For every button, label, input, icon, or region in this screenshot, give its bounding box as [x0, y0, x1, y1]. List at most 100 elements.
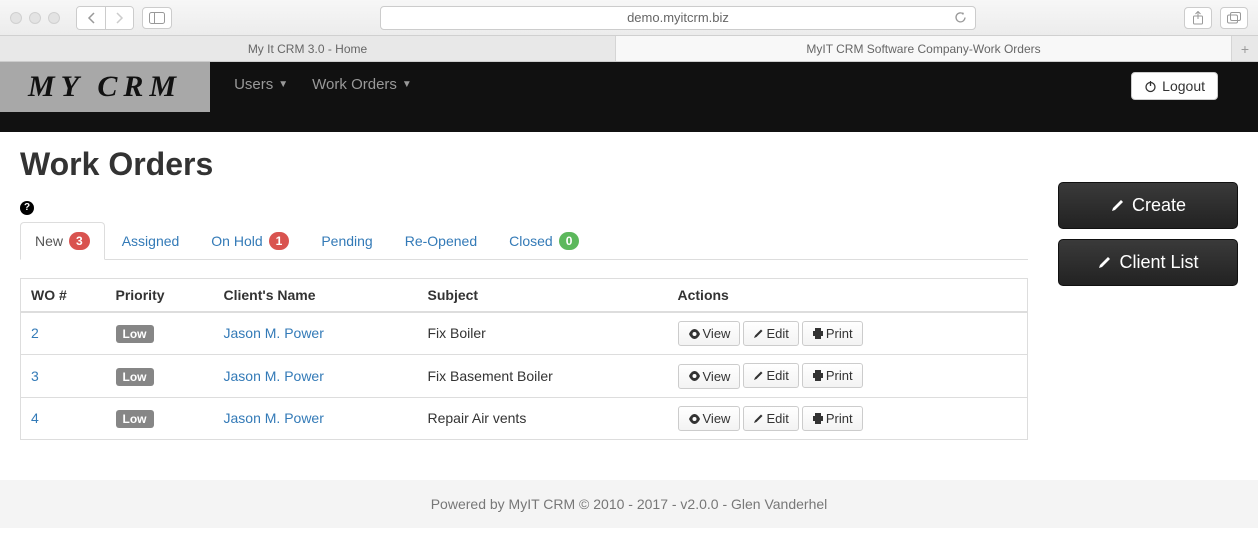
tab-assigned[interactable]: Assigned — [107, 222, 195, 260]
tab-label: Re-Opened — [405, 233, 477, 249]
edit-button[interactable]: Edit — [743, 321, 798, 346]
print-button[interactable]: Print — [802, 321, 863, 346]
address-bar[interactable]: demo.myitcrm.biz — [380, 6, 976, 30]
btn-label: View — [703, 411, 731, 426]
pencil-icon — [753, 370, 764, 381]
chevron-down-icon: ▼ — [278, 79, 288, 90]
help-icon[interactable]: ? — [20, 201, 34, 215]
tab-label: Closed — [509, 233, 553, 249]
wo-link[interactable]: 3 — [31, 368, 39, 384]
tab-label: Assigned — [122, 233, 180, 249]
reload-icon[interactable] — [954, 11, 967, 24]
power-icon — [1144, 80, 1157, 93]
tab-closed[interactable]: Closed 0 — [494, 222, 594, 260]
client-link[interactable]: Jason M. Power — [224, 325, 324, 341]
client-link[interactable]: Jason M. Power — [224, 410, 324, 426]
btn-label: Print — [826, 368, 853, 383]
view-button[interactable]: View — [678, 321, 741, 346]
print-icon — [812, 413, 824, 424]
table-row: 4 Low Jason M. Power Repair Air vents View Ed… — [21, 397, 1028, 440]
wo-link[interactable]: 2 — [31, 325, 39, 341]
browser-tab-home[interactable]: My It CRM 3.0 - Home — [0, 36, 616, 61]
pencil-icon — [753, 413, 764, 424]
btn-label: Print — [826, 411, 853, 426]
footer-text: Powered by MyIT CRM © 2010 - 2017 - v2.0… — [431, 496, 828, 512]
footer: Powered by MyIT CRM © 2010 - 2017 - v2.0… — [0, 480, 1258, 528]
tab-re-opened[interactable]: Re-Opened — [390, 222, 492, 260]
nav-menu: Users ▼ Work Orders ▼ — [210, 62, 436, 107]
badge: 1 — [269, 232, 290, 250]
print-button[interactable]: Print — [802, 363, 863, 388]
print-button[interactable]: Print — [802, 406, 863, 431]
wo-link[interactable]: 4 — [31, 410, 39, 426]
chevron-down-icon: ▼ — [402, 79, 412, 90]
nav-users[interactable]: Users ▼ — [234, 76, 288, 93]
right-toolbar — [1184, 7, 1248, 29]
app-navbar: MY CRM Users ▼ Work Orders ▼ Logout — [0, 62, 1258, 132]
new-tab-button[interactable]: + — [1232, 36, 1258, 61]
main-column: Work Orders ? New3 Assigned On Hold 1 Pendin… — [20, 146, 1028, 440]
page-content: Work Orders ? New3 Assigned On Hold 1 Pendin… — [0, 132, 1258, 480]
browser-tab-work-orders[interactable]: MyIT CRM Software Company-Work Orders — [616, 36, 1232, 61]
badge: 3 — [69, 232, 90, 250]
create-button[interactable]: Create — [1058, 182, 1238, 229]
nav-label: Users — [234, 76, 273, 93]
pencil-icon — [1097, 255, 1112, 270]
print-icon — [812, 370, 824, 381]
share-button[interactable] — [1184, 7, 1212, 29]
edit-button[interactable]: Edit — [743, 363, 798, 388]
priority-badge: Low — [116, 410, 154, 428]
th-subject: Subject — [418, 278, 668, 312]
create-label: Create — [1132, 195, 1186, 216]
table-row: 2LowJason M. PowerFix BoilerViewEditPrin… — [21, 312, 1028, 355]
subject-cell: Fix Basement Boiler — [418, 355, 668, 398]
minimize-window-icon[interactable] — [29, 12, 41, 24]
sidebar-toggle-button[interactable] — [142, 7, 172, 29]
edit-button[interactable]: Edit — [743, 406, 798, 431]
eye-icon — [688, 414, 701, 424]
th-priority: Priority — [106, 278, 214, 312]
pencil-icon — [753, 328, 764, 339]
badge: 0 — [559, 232, 580, 250]
nav-buttons — [76, 6, 134, 30]
url-text: demo.myitcrm.biz — [627, 10, 729, 25]
logout-label: Logout — [1162, 78, 1205, 94]
view-button[interactable]: View — [678, 406, 741, 431]
tab-label: On Hold — [211, 233, 262, 249]
status-tabs: New3 Assigned On Hold 1 Pending Re-Opened Clos… — [20, 221, 1028, 260]
logout-button[interactable]: Logout — [1131, 72, 1218, 100]
nav-work-orders[interactable]: Work Orders ▼ — [312, 76, 412, 93]
close-window-icon[interactable] — [10, 12, 22, 24]
priority-badge: Low — [116, 368, 154, 386]
view-button[interactable]: View — [678, 364, 741, 389]
eye-icon — [688, 329, 701, 339]
maximize-window-icon[interactable] — [48, 12, 60, 24]
subject-cell: Repair Air vents — [418, 397, 668, 440]
btn-label: Edit — [766, 411, 788, 426]
tab-new[interactable]: New3 — [20, 222, 105, 260]
th-client: Client's Name — [214, 278, 418, 312]
forward-button[interactable] — [105, 7, 133, 29]
client-list-button[interactable]: Client List — [1058, 239, 1238, 286]
client-link[interactable]: Jason M. Power — [224, 368, 324, 384]
print-icon — [812, 328, 824, 339]
btn-label: Edit — [766, 368, 788, 383]
app-logo[interactable]: MY CRM — [0, 62, 210, 112]
back-button[interactable] — [77, 7, 105, 29]
tab-pending[interactable]: Pending — [306, 222, 387, 260]
work-orders-table: WO # Priority Client's Name Subject Acti… — [20, 278, 1028, 441]
pencil-icon — [1110, 198, 1125, 213]
tab-label: Pending — [321, 233, 372, 249]
page-title: Work Orders — [20, 146, 1028, 183]
client-list-label: Client List — [1119, 252, 1198, 273]
browser-toolbar: demo.myitcrm.biz — [0, 0, 1258, 36]
nav-label: Work Orders — [312, 76, 397, 93]
btn-label: View — [703, 326, 731, 341]
tabs-button[interactable] — [1220, 7, 1248, 29]
tab-on-hold[interactable]: On Hold 1 — [196, 222, 304, 260]
sidebar-actions: Create Client List — [1058, 146, 1238, 440]
th-wo: WO # — [21, 278, 106, 312]
tab-label: MyIT CRM Software Company-Work Orders — [806, 42, 1040, 56]
btn-label: Print — [826, 326, 853, 341]
btn-label: View — [703, 369, 731, 384]
